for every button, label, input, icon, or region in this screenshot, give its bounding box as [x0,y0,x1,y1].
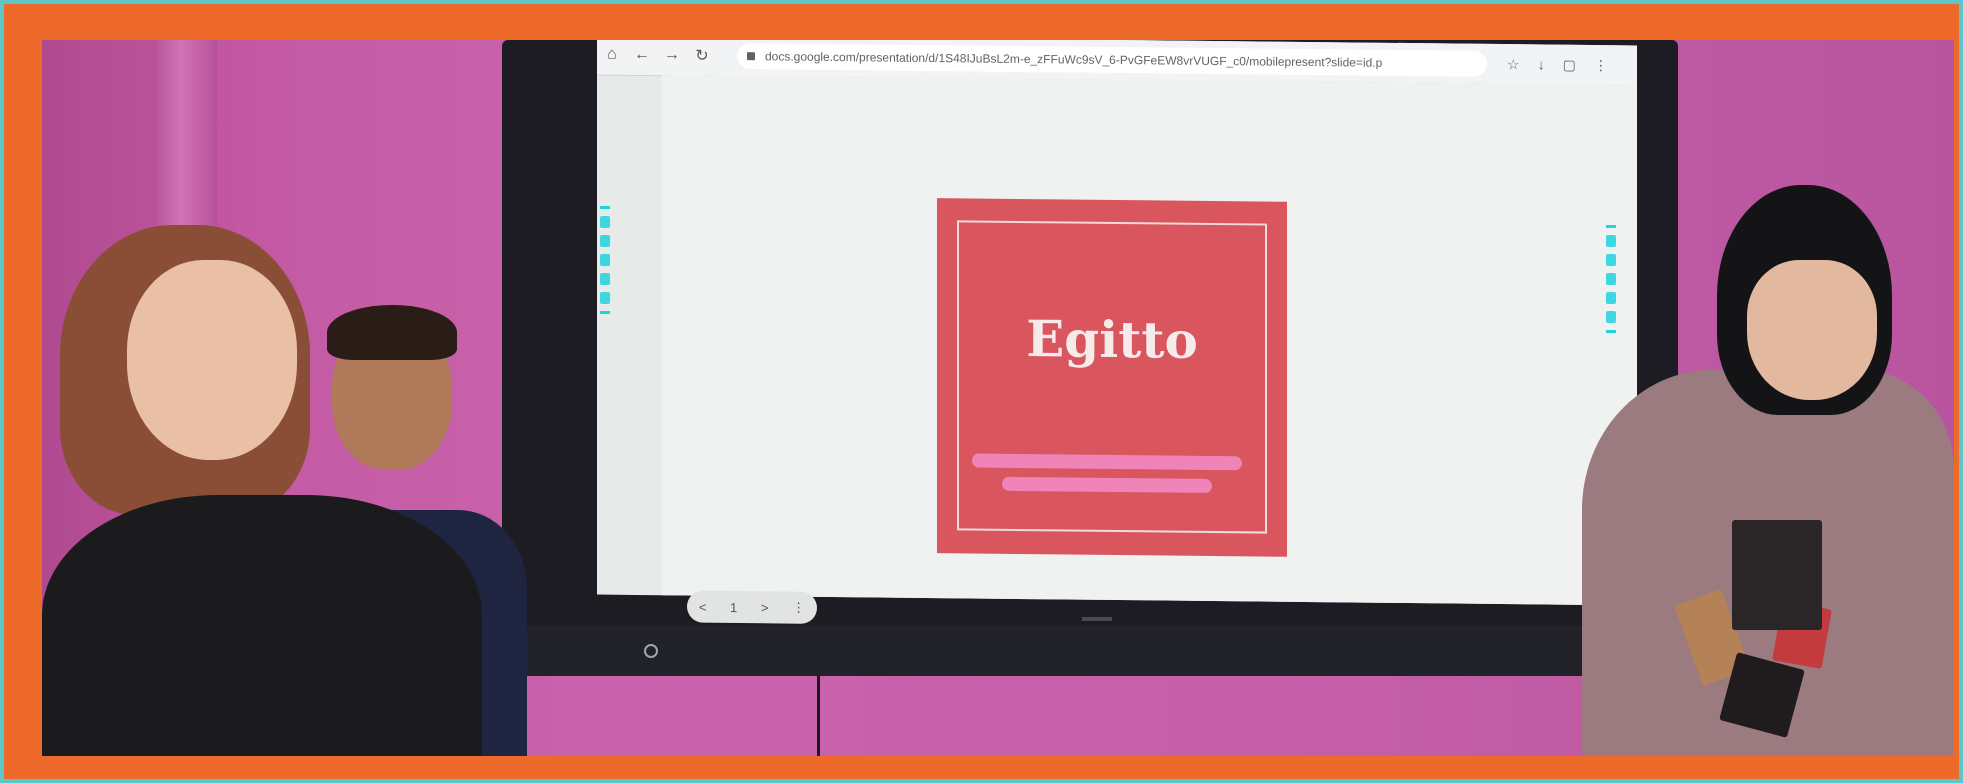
reload-icon[interactable]: ↻ [687,45,717,65]
apps-tool-icon[interactable] [600,292,610,304]
power-button-icon[interactable] [644,644,658,658]
next-slide-button[interactable]: > [761,600,769,615]
menu-icon[interactable]: ⋮ [1594,56,1608,73]
lock-icon [747,52,755,61]
presentation-area: Egitto < 1 > ⋮ [662,75,1637,624]
url-text: docs.google.com/presentation/d/1S48IJuBs… [765,49,1383,70]
girl-face [127,260,297,460]
pen-icon[interactable] [600,235,610,247]
home-tool-icon[interactable] [1606,273,1616,285]
slide-navigation: < 1 > ⋮ [687,590,817,624]
tool-icon[interactable] [600,216,610,228]
back-tool-icon[interactable] [1606,292,1616,304]
toolbar-divider [1606,330,1616,333]
download-icon[interactable]: ↓ [1538,56,1545,73]
address-bar[interactable]: docs.google.com/presentation/d/1S48IJuBs… [737,43,1487,77]
right-toolbar [1604,225,1618,333]
interactive-whiteboard: ⌂ ← → ↻ docs.google.com/presentation/d/1… [502,40,1678,676]
tool-icon[interactable] [1606,235,1616,247]
slide: Egitto [937,198,1287,557]
tab-icon[interactable]: ▢ [1563,56,1576,73]
arrow-left-icon[interactable]: ← [627,46,657,64]
home-icon[interactable]: ⌂ [597,46,627,64]
prev-slide-button[interactable]: < [699,599,707,614]
monitor-logo [1082,617,1112,621]
monitor-bezel [502,626,1678,676]
whiteboard-screen: ⌂ ← → ↻ docs.google.com/presentation/d/1… [597,40,1637,624]
toolbar-divider [1606,225,1616,228]
star-icon[interactable]: ☆ [1507,56,1520,73]
slide-menu-button[interactable]: ⋮ [792,600,805,616]
redacted-text-line [972,453,1242,471]
monitor-cable [817,676,820,756]
toolbar-divider [600,311,610,314]
apps-tool-icon[interactable] [1606,311,1616,323]
toolbar-divider [600,206,610,209]
redacted-text-line [1002,476,1212,493]
girl-face [1747,260,1877,400]
home-tool-icon[interactable] [600,254,610,266]
boy-hair [327,305,457,360]
back-tool-icon[interactable] [600,273,610,285]
slide-title: Egitto [1026,309,1198,370]
slide-page-number: 1 [730,599,738,615]
sweater-appliqué [1732,520,1822,630]
pen-icon[interactable] [1606,254,1616,266]
left-toolbar [598,206,612,314]
arrow-right-icon[interactable]: → [657,46,687,64]
girl-shirt [42,495,482,756]
browser-actions: ☆ ↓ ▢ ⋮ [1507,56,1608,74]
classroom-photo: ⌂ ← → ↻ docs.google.com/presentation/d/1… [42,40,1954,756]
